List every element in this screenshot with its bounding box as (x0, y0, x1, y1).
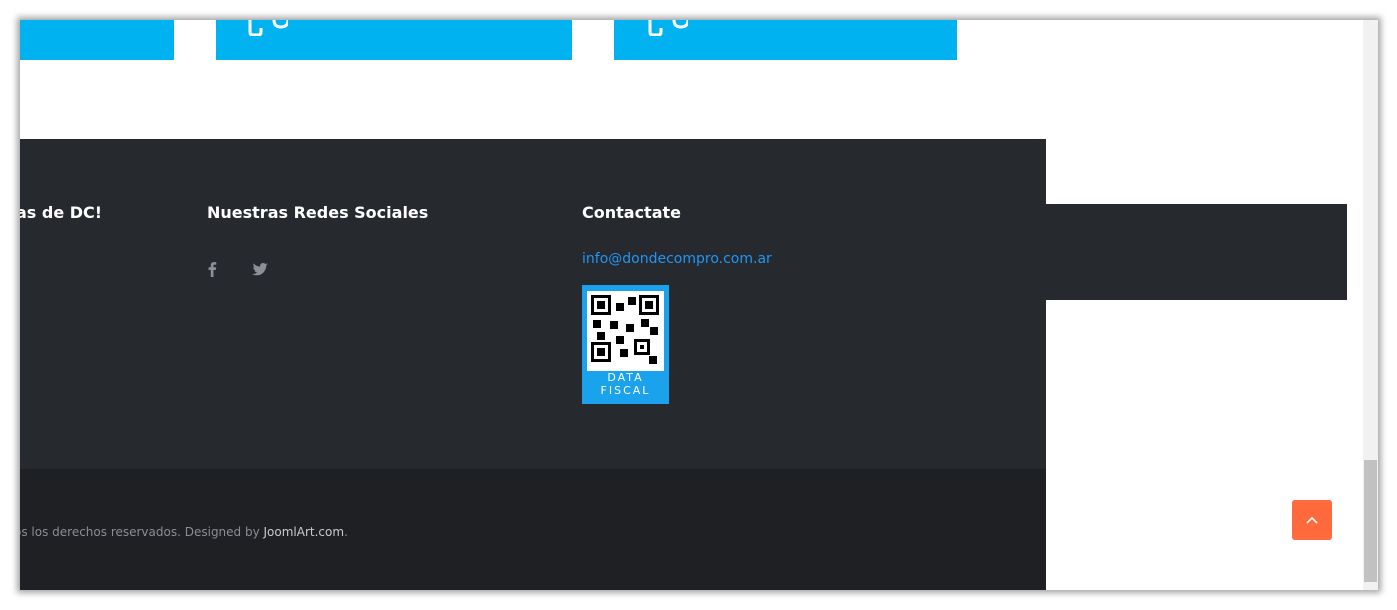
feature-card-left[interactable] (20, 20, 174, 60)
twitter-icon[interactable] (252, 261, 268, 277)
chevron-up-icon (1306, 516, 1318, 524)
card-icon (248, 20, 288, 36)
card-icon (648, 20, 688, 36)
back-to-top-button[interactable] (1292, 500, 1332, 540)
browser-viewport: as de DC! Nuestras Redes Sociales Contac… (20, 20, 1378, 590)
designer-link[interactable]: JoomlArt.com (264, 525, 345, 539)
qr-badge-line2: FISCAL (600, 384, 651, 397)
feature-card-right[interactable] (614, 20, 957, 60)
contact-email-link[interactable]: info@dondecompro.com.ar (582, 251, 772, 267)
copyright-bar: os los derechos reservados. Designed by … (20, 469, 1046, 590)
data-fiscal-qr-badge[interactable]: DATA FISCAL (582, 285, 669, 404)
page-scrollbar[interactable] (1363, 20, 1378, 590)
scrollbar-thumb[interactable] (1364, 460, 1377, 582)
copyright-suffix: . (344, 525, 348, 539)
copyright-text: os los derechos reservados. Designed by … (20, 525, 348, 539)
facebook-icon[interactable] (204, 261, 220, 277)
copyright-prefix: os los derechos reservados. Designed by (20, 525, 264, 539)
dark-side-strip (1046, 204, 1347, 300)
site-footer: as de DC! Nuestras Redes Sociales Contac… (20, 139, 1046, 469)
footer-column-title: as de DC! (20, 203, 103, 222)
social-networks-title: Nuestras Redes Sociales (207, 203, 429, 222)
contact-title: Contactate (582, 203, 681, 222)
feature-card-middle[interactable] (216, 20, 572, 60)
qr-badge-line1: DATA (607, 371, 644, 384)
